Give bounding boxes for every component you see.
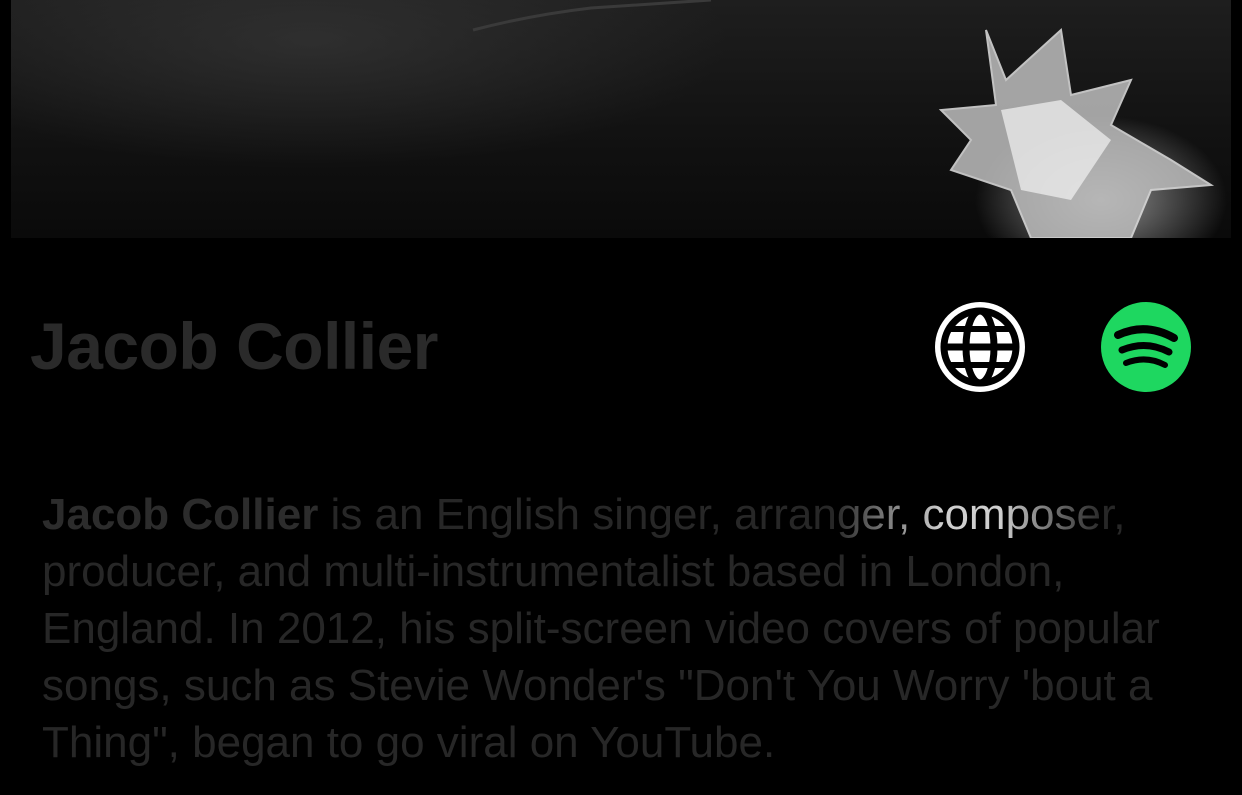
spotify-icon (1101, 302, 1191, 392)
artist-name-heading: Jacob Collier (30, 309, 438, 383)
bio-text-start: is an English singer, arran (318, 490, 837, 539)
spotify-link-button[interactable] (1101, 302, 1191, 392)
bio-artist-name: Jacob Collier (42, 490, 319, 539)
globe-icon (935, 302, 1025, 392)
bio-text-highlight: ger, compose (836, 490, 1101, 539)
artist-bio: Jacob Collier is an English singer, arra… (42, 486, 1242, 771)
website-link-button[interactable] (935, 302, 1025, 392)
artist-photo-illustration (472, 0, 1215, 238)
artist-header-image (11, 0, 1231, 238)
